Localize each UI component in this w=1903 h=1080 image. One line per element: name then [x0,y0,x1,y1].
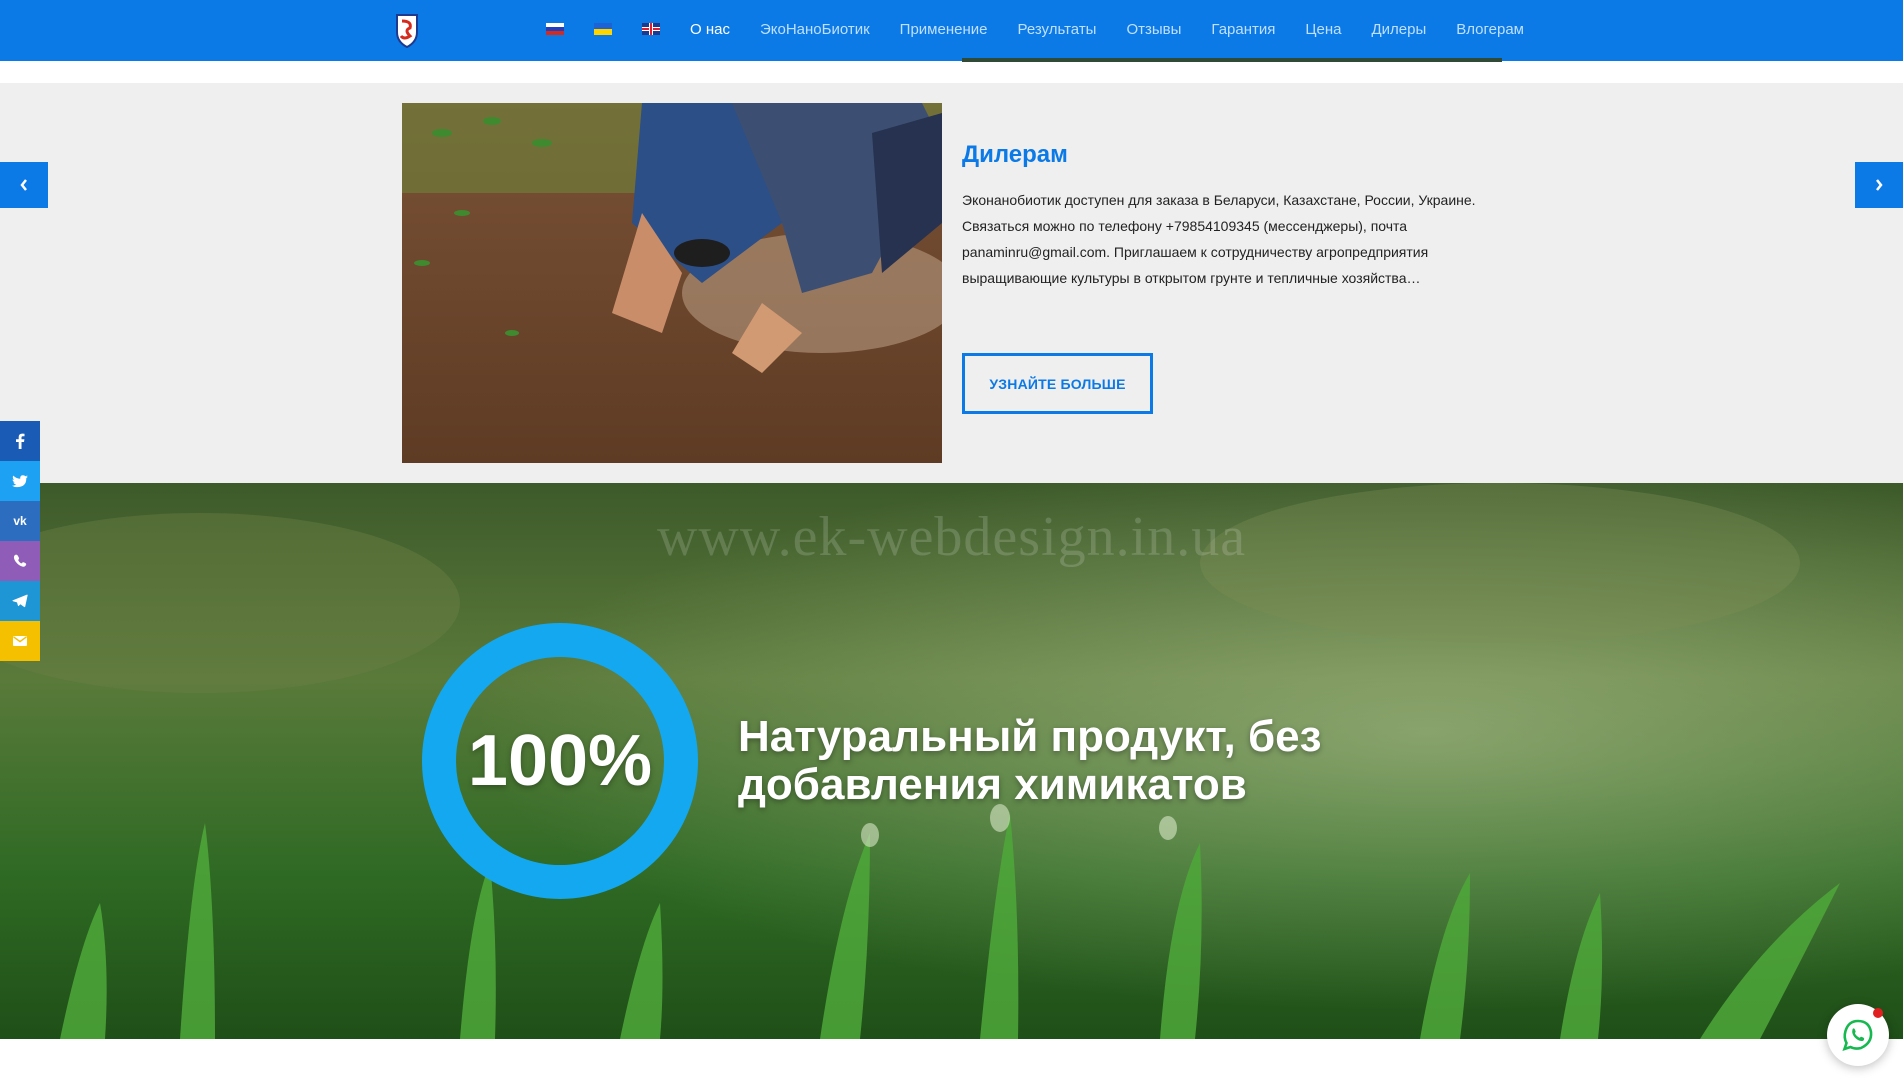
nav-reviews[interactable]: Отзывы [1126,21,1181,39]
flag-ua-icon[interactable] [594,23,612,35]
telegram-icon [12,594,28,608]
main-nav: О нас ЭкоНаноБиотик Применение Результат… [690,21,1554,39]
viber-share-button[interactable] [0,541,40,581]
previous-slide-edge [962,58,1502,62]
nav-vloggers[interactable]: Влогерам [1456,21,1524,39]
nav-econanobiotic[interactable]: ЭкоНаноБиотик [760,21,870,39]
slide-description: Эконанобиотик доступен для заказа в Бела… [962,192,1476,286]
nav-price[interactable]: Цена [1305,21,1341,39]
email-share-button[interactable] [0,621,40,661]
page: О нас ЭкоНаноБиотик Применение Результат… [0,0,1903,1080]
whatsapp-icon [1842,1019,1873,1052]
top-navbar: О нас ЭкоНаноБиотик Применение Результат… [0,0,1903,62]
twitter-share-button[interactable] [0,461,40,501]
vk-share-button[interactable]: vk [0,501,40,541]
social-share-bar: vk [0,421,40,661]
slider-next-button[interactable] [1855,162,1903,208]
nav-guarantee[interactable]: Гарантия [1211,21,1275,39]
percentage-value: 100% [467,721,653,801]
telegram-share-button[interactable] [0,581,40,621]
nav-results[interactable]: Результаты [1017,21,1096,39]
nav-dealers[interactable]: Дилеры [1371,21,1426,39]
chevron-right-icon [1876,179,1883,191]
notification-dot [1873,1008,1883,1018]
chevron-left-icon [20,179,27,191]
twitter-icon [12,474,28,487]
learn-more-button[interactable]: УЗНАЙТЕ БОЛЬШЕ [962,353,1153,414]
banner-headline: Натуральный продукт, без добавления хими… [738,712,1322,809]
natural-product-banner: www.ek-webdesign.in.ua 100% Натуральный … [0,483,1903,1039]
flag-uk-icon[interactable] [642,23,660,35]
facebook-icon [16,433,25,449]
dealers-slider: Дилерам Эконанобиотик доступен для заказ… [0,83,1903,483]
vk-icon: vk [13,514,27,528]
percentage-ring: 100% [422,623,698,899]
facebook-share-button[interactable] [0,421,40,461]
watermark-text: www.ek-webdesign.in.ua [656,506,1247,568]
flag-ru-icon[interactable] [546,23,564,35]
slider-prev-button[interactable] [0,162,48,208]
whatsapp-chat-button[interactable] [1827,1004,1889,1066]
nav-application[interactable]: Применение [900,21,988,39]
email-icon [13,636,27,646]
site-logo[interactable] [390,12,424,50]
slide-title: Дилерам [962,141,1068,168]
nav-about[interactable]: О нас [690,21,730,39]
viber-icon [13,554,27,567]
farmer-planting-photo [402,103,942,463]
language-switcher [546,23,660,35]
